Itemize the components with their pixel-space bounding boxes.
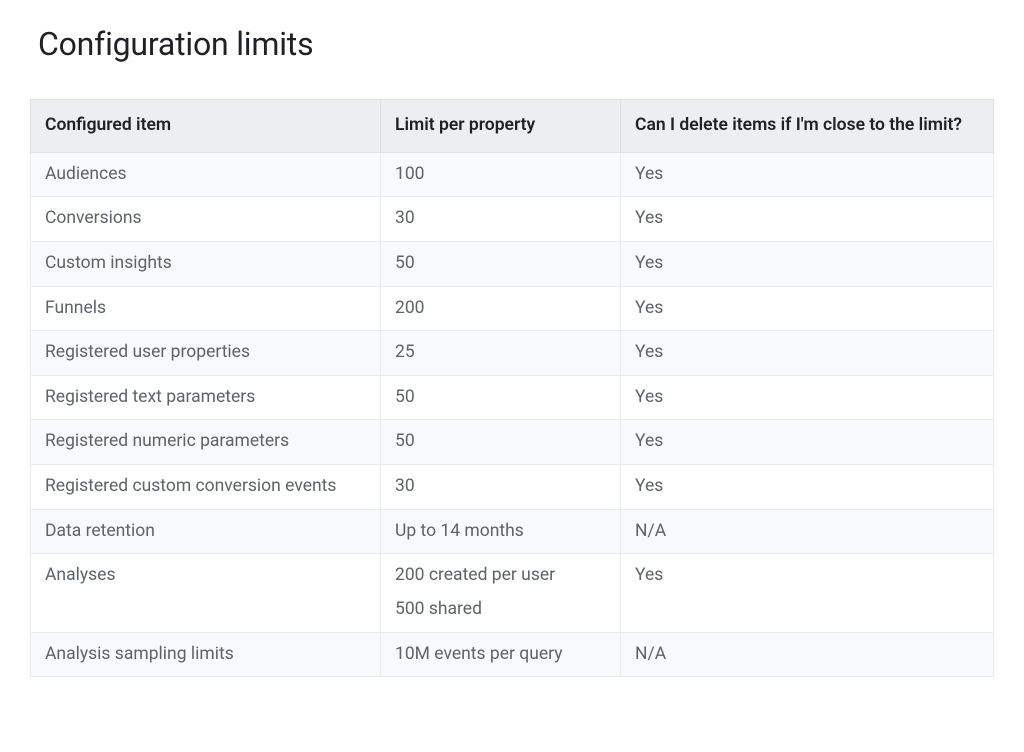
- table-row: Analyses200 created per user500 sharedYe…: [31, 554, 994, 632]
- table-row: Data retentionUp to 14 monthsN/A: [31, 509, 994, 554]
- table-cell: Audiences: [31, 152, 381, 197]
- table-cell: Yes: [621, 152, 994, 197]
- table-cell: 200: [381, 286, 621, 331]
- table-header-limit: Limit per property: [381, 100, 621, 153]
- table-cell: Registered custom conversion events: [31, 465, 381, 510]
- table-cell: Data retention: [31, 509, 381, 554]
- table-row: Registered custom conversion events30Yes: [31, 465, 994, 510]
- table-cell: Yes: [621, 420, 994, 465]
- table-cell: Custom insights: [31, 241, 381, 286]
- configuration-limits-table: Configured item Limit per property Can I…: [30, 99, 994, 677]
- table-header-item: Configured item: [31, 100, 381, 153]
- table-cell: Registered numeric parameters: [31, 420, 381, 465]
- table-cell: Yes: [621, 375, 994, 420]
- table-cell: 100: [381, 152, 621, 197]
- table-cell: 200 created per user500 shared: [381, 554, 621, 632]
- table-header-delete: Can I delete items if I'm close to the l…: [621, 100, 994, 153]
- table-row: Analysis sampling limits10M events per q…: [31, 632, 994, 677]
- table-cell: N/A: [621, 632, 994, 677]
- table-cell: N/A: [621, 509, 994, 554]
- table-cell: Yes: [621, 286, 994, 331]
- table-cell: Yes: [621, 554, 994, 632]
- table-row: Conversions30Yes: [31, 197, 994, 242]
- table-cell: Registered user properties: [31, 331, 381, 376]
- table-cell: Analysis sampling limits: [31, 632, 381, 677]
- table-cell: Conversions: [31, 197, 381, 242]
- table-cell: Registered text parameters: [31, 375, 381, 420]
- table-cell: Yes: [621, 465, 994, 510]
- table-body: Audiences100YesConversions30YesCustom in…: [31, 152, 994, 677]
- table-cell: 10M events per query: [381, 632, 621, 677]
- table-cell: 50: [381, 241, 621, 286]
- table-row: Registered user properties25Yes: [31, 331, 994, 376]
- table-cell: Yes: [621, 197, 994, 242]
- table-cell: 30: [381, 465, 621, 510]
- table-row: Registered numeric parameters50Yes: [31, 420, 994, 465]
- table-cell: Analyses: [31, 554, 381, 632]
- table-row: Registered text parameters50Yes: [31, 375, 994, 420]
- table-cell: Up to 14 months: [381, 509, 621, 554]
- table-row: Custom insights50Yes: [31, 241, 994, 286]
- table-cell: 30: [381, 197, 621, 242]
- table-cell: 25: [381, 331, 621, 376]
- table-row: Audiences100Yes: [31, 152, 994, 197]
- page-title: Configuration limits: [38, 25, 994, 63]
- table-row: Funnels200Yes: [31, 286, 994, 331]
- table-cell: 50: [381, 375, 621, 420]
- table-cell: Funnels: [31, 286, 381, 331]
- table-cell: Yes: [621, 331, 994, 376]
- table-cell: 50: [381, 420, 621, 465]
- table-cell: Yes: [621, 241, 994, 286]
